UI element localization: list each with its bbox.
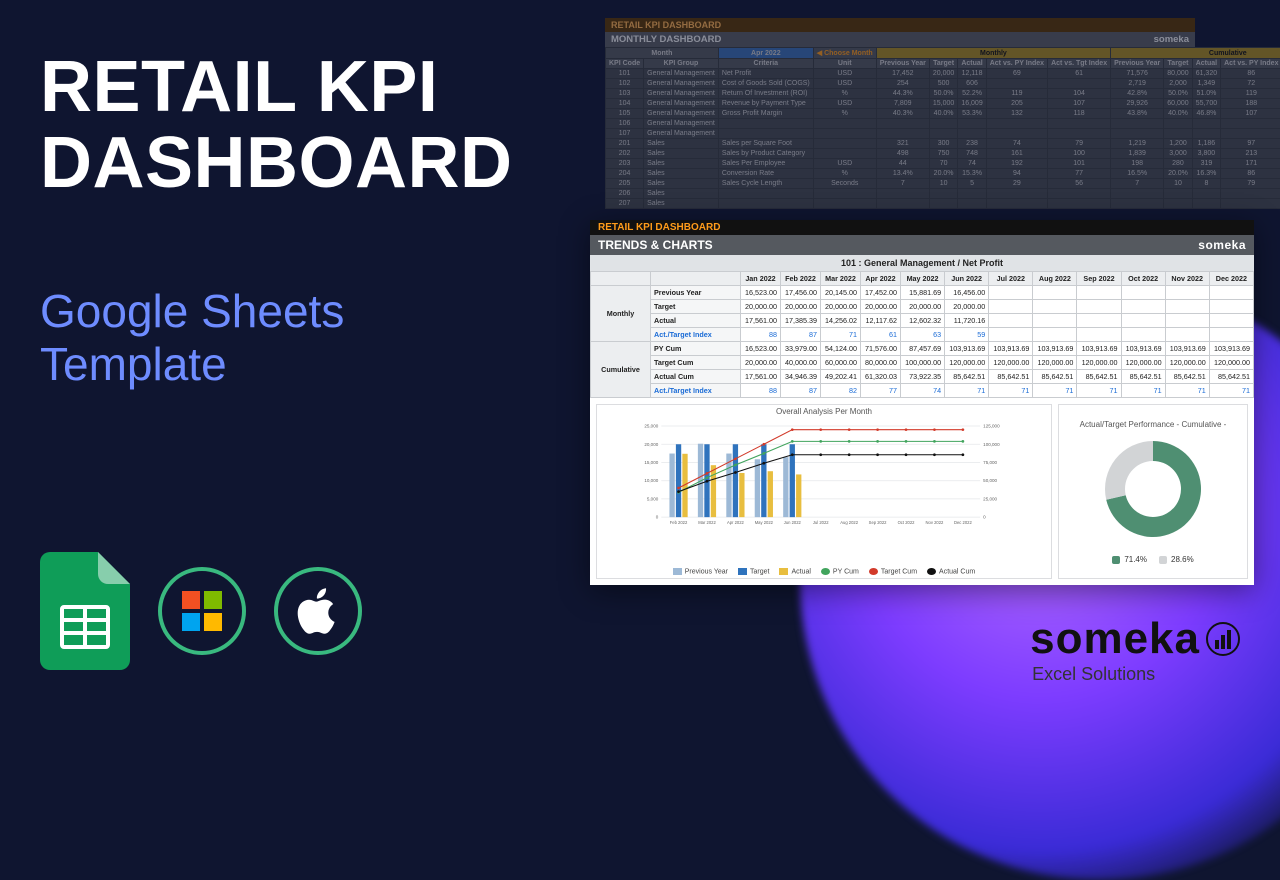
donut-chart-title: Actual/Target Performance - Cumulative - — [1080, 419, 1227, 430]
back-table: MonthApr 2022◀ Choose MonthMonthlyCumula… — [605, 47, 1280, 209]
combo-chart: Overall Analysis Per Month 0 0 5,000 25,000… — [596, 404, 1052, 579]
svg-text:Aug 2022: Aug 2022 — [840, 520, 858, 525]
google-sheets-icon — [40, 552, 130, 670]
svg-text:Feb 2022: Feb 2022 — [670, 520, 688, 525]
svg-text:50,000: 50,000 — [983, 478, 997, 483]
svg-text:Apr 2022: Apr 2022 — [727, 520, 745, 525]
kpi-header: 101 : General Management / Net Profit — [590, 255, 1254, 271]
svg-text:Sep 2022: Sep 2022 — [869, 520, 887, 525]
back-title: RETAIL KPI DASHBOARD — [605, 18, 1195, 32]
front-someka: someka — [1198, 238, 1246, 252]
svg-text:25,000: 25,000 — [983, 496, 997, 501]
svg-text:Oct 2022: Oct 2022 — [898, 520, 916, 525]
svg-text:Jul 2022: Jul 2022 — [813, 520, 829, 525]
legend-item: Actual — [779, 568, 810, 575]
platform-icons — [40, 552, 362, 670]
windows-icon — [158, 567, 246, 655]
front-section: TRENDS & CHARTS — [598, 238, 713, 252]
donut-slice-1: 71.4% — [1112, 555, 1147, 564]
legend-item: Target — [738, 568, 769, 575]
combo-chart-title: Overall Analysis Per Month — [597, 405, 1051, 416]
svg-text:May 2022: May 2022 — [755, 520, 774, 525]
apple-icon — [274, 567, 362, 655]
svg-text:0: 0 — [656, 515, 659, 520]
back-someka: someka — [1154, 34, 1189, 45]
svg-text:25,000: 25,000 — [644, 424, 658, 429]
trends-table: Jan 2022Feb 2022Mar 2022Apr 2022May 2022… — [590, 271, 1254, 398]
svg-text:100,000: 100,000 — [983, 442, 1000, 447]
svg-text:10,000: 10,000 — [644, 478, 658, 483]
hero-title-line2: DASHBOARD — [40, 123, 513, 203]
hero-sub-line2: Template — [40, 338, 227, 390]
svg-text:15,000: 15,000 — [644, 460, 658, 465]
svg-text:Jun 2022: Jun 2022 — [784, 520, 802, 525]
svg-text:0: 0 — [983, 515, 986, 520]
svg-text:Nov 2022: Nov 2022 — [926, 520, 944, 525]
donut-legend: 71.4% 28.6% — [1112, 555, 1193, 564]
legend-item: PY Cum — [821, 568, 859, 575]
brand-block: someka Excel Solutions — [1030, 614, 1240, 685]
hero-sub-line1: Google Sheets — [40, 285, 344, 337]
brand-name: someka — [1030, 614, 1200, 664]
legend-item: Previous Year — [673, 568, 728, 575]
hero-subtitle: Google Sheets Template — [40, 285, 344, 391]
legend-item: Actual Cum — [927, 568, 975, 575]
hero-title-line1: RETAIL KPI — [40, 47, 438, 127]
brand-logo-icon — [1206, 622, 1240, 656]
hero-title: RETAIL KPI DASHBOARD — [40, 50, 513, 201]
svg-text:125,000: 125,000 — [983, 424, 1000, 429]
combo-legend: Previous Year Target Actual PY Cum Targe… — [597, 568, 1051, 575]
svg-text:20,000: 20,000 — [644, 442, 658, 447]
donut-chart: Actual/Target Performance - Cumulative -… — [1058, 404, 1248, 579]
svg-text:75,000: 75,000 — [983, 460, 997, 465]
svg-text:Dec 2022: Dec 2022 — [954, 520, 972, 525]
monthly-dashboard-preview: RETAIL KPI DASHBOARD MONTHLY DASHBOARD s… — [605, 18, 1195, 209]
legend-item: Target Cum — [869, 568, 917, 575]
trends-dashboard: RETAIL KPI DASHBOARD TRENDS & CHARTS som… — [590, 220, 1254, 585]
svg-text:Mar 2022: Mar 2022 — [698, 520, 716, 525]
brand-tagline: Excel Solutions — [1032, 664, 1240, 685]
front-title: RETAIL KPI DASHBOARD — [590, 220, 1254, 235]
back-section: MONTHLY DASHBOARD — [611, 34, 721, 45]
donut-slice-2: 28.6% — [1159, 555, 1194, 564]
svg-text:5,000: 5,000 — [647, 496, 659, 501]
